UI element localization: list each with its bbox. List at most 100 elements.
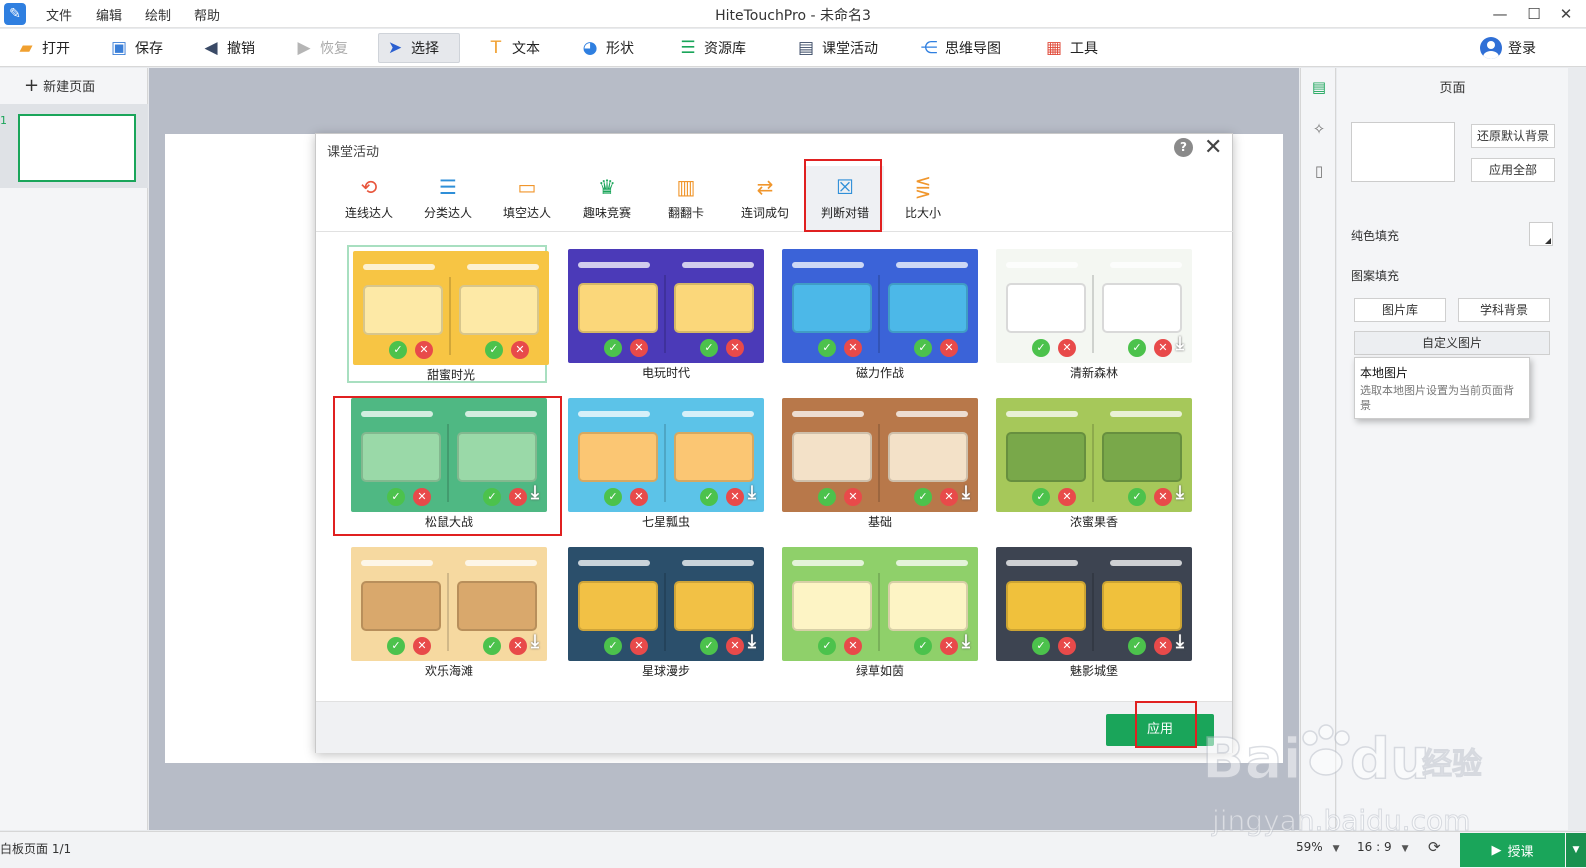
question-box	[1102, 581, 1182, 631]
solid-fill-label: 纯色填充	[1351, 229, 1400, 243]
pattern-fill-label: 图案填充	[1351, 269, 1400, 283]
theme-card[interactable]: ✓ ✕ ✓ ✕ ⤓ 浓蜜果香	[992, 394, 1192, 532]
cross-icon: ✕	[630, 637, 648, 655]
tab-flip-card[interactable]: ▥ 翻翻卡	[647, 166, 725, 230]
gallery-button[interactable]: 图片库	[1354, 298, 1446, 322]
theme-card[interactable]: ✓ ✕ ✓ ✕ 磁力作战	[778, 245, 978, 383]
theme-name: 星球漫步	[641, 664, 690, 678]
tab-contest[interactable]: ♛ 趣味竞赛	[568, 166, 646, 230]
open-button[interactable]: ▰ 打开	[10, 33, 76, 63]
download-icon[interactable]: ⤓	[962, 631, 970, 652]
cross-icon: ✕	[630, 339, 648, 357]
download-icon[interactable]: ⤓	[748, 482, 756, 503]
theme-card[interactable]: ✓ ✕ ✓ ✕ ⤓ 绿草如茵	[778, 543, 978, 681]
tab-compare[interactable]: ⋚ 比大小	[884, 166, 962, 230]
cross-icon: ✕	[940, 488, 958, 506]
help-icon[interactable]: ?	[1174, 138, 1193, 157]
new-page-button[interactable]: + 新建页面	[24, 76, 95, 95]
download-icon[interactable]: ⤓	[1176, 482, 1184, 503]
check-icon: ✓	[389, 341, 407, 359]
theme-card[interactable]: ✓ ✕ ✓ ✕ ⤓ 七星瓢虫	[564, 394, 764, 532]
theme-card[interactable]: ✓ ✕ ✓ ✕ ⤓ 星球漫步	[564, 543, 764, 681]
maximize-icon[interactable]: ☐	[1520, 2, 1548, 26]
minimize-icon[interactable]: —	[1486, 2, 1514, 26]
shape-button[interactable]: ◕ 形状	[574, 33, 640, 63]
download-icon[interactable]: ⤓	[1176, 631, 1184, 652]
custom-image-dropdown[interactable]: 本地图片 选取本地图片设置为当前页面背景	[1354, 357, 1530, 419]
menu-file[interactable]: 文件	[46, 5, 72, 24]
teach-button[interactable]: ▶ 授课	[1460, 833, 1565, 867]
resources-button[interactable]: ☰ 资源库	[672, 33, 752, 63]
trophy-icon: ♛	[598, 175, 616, 199]
folder-icon: ▰	[19, 38, 33, 58]
login-button[interactable]: 登录	[1474, 33, 1542, 63]
theme-card[interactable]: ✓ ✕ ✓ ✕ 电玩时代	[564, 245, 764, 383]
subject-bg-button[interactable]: 学科背景	[1458, 298, 1550, 322]
download-icon[interactable]: ⤓	[531, 631, 539, 652]
progress-bar	[682, 411, 754, 417]
question-box	[674, 432, 754, 482]
annotation-highlight-tab	[804, 159, 882, 232]
question-box	[459, 285, 539, 335]
page-number: 1	[0, 114, 7, 127]
custom-image-button[interactable]: 自定义图片	[1354, 331, 1550, 355]
local-image-option[interactable]: 本地图片	[1360, 364, 1524, 381]
tab-connect[interactable]: ⟲ 连线达人	[330, 166, 408, 230]
check-icon: ✓	[1032, 637, 1050, 655]
theme-card[interactable]: ✓ ✕ ✓ ✕ ⤓ 欢乐海滩	[347, 543, 547, 681]
cross-icon: ✕	[509, 637, 527, 655]
redo-button[interactable]: ▶ 恢复	[288, 33, 354, 63]
background-preview	[1351, 122, 1455, 182]
aspect-ratio-dropdown[interactable]: 16 : 9 ▼	[1357, 840, 1409, 854]
theme-card[interactable]: ✓ ✕ ✓ ✕ ⤓ 魅影城堡	[992, 543, 1192, 681]
sync-icon[interactable]: ⟳	[1428, 838, 1441, 856]
question-box	[674, 283, 754, 333]
question-box	[888, 283, 968, 333]
menu-edit[interactable]: 编辑	[96, 5, 122, 24]
zoom-dropdown[interactable]: 59% ▼	[1296, 840, 1340, 854]
download-icon[interactable]: ⤓	[748, 631, 756, 652]
download-icon[interactable]: ⤓	[962, 482, 970, 503]
check-icon: ✓	[700, 637, 718, 655]
menu-draw[interactable]: 绘制	[145, 5, 171, 24]
mindmap-button[interactable]: ⋲ 思维导图	[913, 33, 1007, 63]
save-button[interactable]: ▣ 保存	[103, 33, 169, 63]
close-icon[interactable]: ✕	[1204, 135, 1222, 160]
theme-card[interactable]: ✓ ✕ ✓ ✕ ⤓ 清新森林	[992, 245, 1192, 383]
theme-card[interactable]: ✓ ✕ ✓ ✕ ⤓ 基础	[778, 394, 978, 532]
page-list-item[interactable]: 1	[0, 104, 148, 188]
theme-card[interactable]: ✓ ✕ ✓ ✕ 甜蜜时光	[347, 245, 549, 383]
question-box	[792, 283, 872, 333]
theme-name: 清新森林	[1069, 366, 1118, 380]
question-box	[1006, 283, 1086, 333]
cross-icon: ✕	[726, 339, 744, 357]
close-window-icon[interactable]: ✕	[1552, 2, 1580, 26]
cross-icon: ✕	[726, 637, 744, 655]
tab-word-link[interactable]: ⇄ 连词成句	[726, 166, 804, 230]
activity-button[interactable]: ▤ 课堂活动	[790, 33, 884, 63]
check-icon: ✓	[387, 637, 405, 655]
panel-title: 页面	[1439, 81, 1466, 96]
apply-all-button[interactable]: 应用全部	[1471, 158, 1555, 182]
animation-icon[interactable]: ✧	[1309, 120, 1329, 140]
undo-button[interactable]: ◀ 撤销	[195, 33, 261, 63]
notes-icon[interactable]: ▯	[1309, 162, 1329, 182]
select-button[interactable]: ➤ 选择	[378, 33, 460, 63]
tools-button[interactable]: ▦ 工具	[1038, 33, 1104, 63]
menu-help[interactable]: 帮助	[194, 5, 220, 24]
tab-fill-blank[interactable]: ▭ 填空达人	[488, 166, 566, 230]
chevron-down-icon: ▼	[1332, 844, 1340, 854]
page-thumbnail[interactable]	[18, 114, 136, 182]
check-icon: ✓	[818, 488, 836, 506]
tab-classify[interactable]: ☰ 分类达人	[409, 166, 487, 230]
text-button[interactable]: T 文本	[480, 33, 546, 63]
cross-icon: ✕	[1058, 339, 1076, 357]
solid-fill-color-picker[interactable]	[1529, 222, 1553, 246]
progress-bar	[578, 411, 650, 417]
download-icon[interactable]: ⤓	[1176, 333, 1184, 354]
check-icon: ✓	[818, 637, 836, 655]
theme-thumbnail: ✓ ✕ ✓ ✕ ⤓	[782, 547, 978, 661]
page-properties-icon[interactable]: ▤	[1309, 78, 1329, 98]
teach-options-button[interactable]: ▼	[1566, 833, 1586, 867]
restore-default-bg-button[interactable]: 还原默认背景	[1471, 124, 1555, 148]
